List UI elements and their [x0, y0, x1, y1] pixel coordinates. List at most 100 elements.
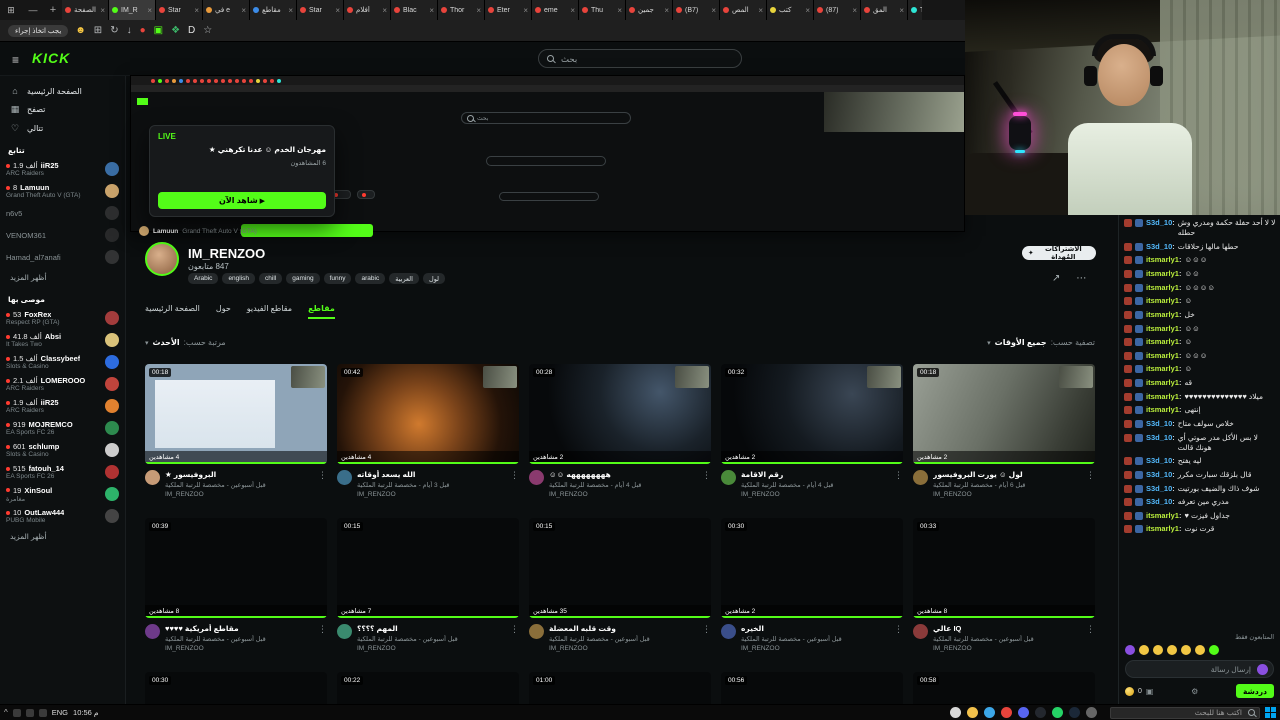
tab-close-icon[interactable]: ×	[570, 6, 575, 15]
tray-expand-icon[interactable]: ^	[4, 708, 8, 717]
channel-avatar[interactable]	[145, 242, 179, 276]
tab-close-icon[interactable]: ×	[476, 6, 481, 15]
chat-message[interactable]: itsmarly1 قرت نوت	[1124, 524, 1276, 534]
clip-menu-icon[interactable]: ⋮	[318, 624, 327, 635]
profile-icon[interactable]: ☻	[75, 25, 86, 36]
chat-username[interactable]: itsmarly1	[1146, 255, 1181, 265]
channel-tag[interactable]: gaming	[286, 273, 320, 284]
more-options-icon[interactable]: ⋯	[1076, 273, 1086, 284]
clip-thumbnail[interactable]: 00:33 8 مشاهدين	[913, 518, 1095, 618]
channel-tag[interactable]: funny	[323, 273, 352, 284]
chat-username[interactable]: S3d_10	[1146, 433, 1175, 443]
tab-close-icon[interactable]: ×	[852, 6, 857, 15]
clip-menu-icon[interactable]: ⋮	[702, 470, 711, 481]
sidebar-channel[interactable]: 1.5 ألف Classybeef Slots & Casino	[0, 351, 125, 373]
tab-close-icon[interactable]: ×	[241, 6, 246, 15]
taskbar-steam-icon[interactable]	[1069, 707, 1080, 718]
player-progress-bar[interactable]	[241, 224, 373, 237]
clip-channel-name[interactable]: IM_RENZOO	[165, 491, 313, 498]
chat-message[interactable]: itsmarly1 إنتهى	[1124, 405, 1276, 415]
chat-message[interactable]: S3d_10 قال بلزقك سبارت مكرر	[1124, 470, 1276, 480]
chat-username[interactable]: itsmarly1	[1146, 524, 1181, 534]
clip-thumbnail[interactable]: 01:00	[529, 672, 711, 704]
quick-emote-icon[interactable]	[1167, 645, 1177, 655]
clip-card[interactable]: 00:15 35 مشاهدين وقت قلبه المعضلة قبل أس…	[529, 518, 711, 652]
browser-tab[interactable]: Eter ×	[485, 0, 532, 20]
browser-tab[interactable]: (87) ×	[814, 0, 861, 20]
clip-title[interactable]: لول ☺ يورت البروفيسور	[933, 470, 1081, 479]
chat-username[interactable]: S3d_10	[1146, 484, 1175, 494]
leaf-extension-icon[interactable]: ❖	[171, 25, 180, 36]
chat-message[interactable]: S3d_10 حطها مالها زحلاقات	[1124, 242, 1276, 252]
sidebar-channel[interactable]: 1.9 ألف iiR25 ARC Raiders	[0, 395, 125, 417]
chat-username[interactable]: itsmarly1	[1146, 310, 1181, 320]
taskbar-search-input[interactable]	[1115, 707, 1244, 718]
sidebar-channel[interactable]: 2.1 ألف LOMEROOO ARC Raiders	[0, 373, 125, 395]
browser-tab[interactable]: Thu ×	[579, 0, 626, 20]
clip-thumbnail[interactable]: 00:18 4 مشاهدين	[145, 364, 327, 464]
chat-rules-icon[interactable]: ▣	[1146, 687, 1154, 696]
clip-thumbnail[interactable]: 00:42 4 مشاهدين	[337, 364, 519, 464]
channel-tag[interactable]: english	[222, 273, 256, 284]
chat-username[interactable]: S3d_10	[1146, 470, 1175, 480]
tab-close-icon[interactable]: ×	[100, 6, 105, 15]
browser-tab[interactable]: Star ×	[156, 0, 203, 20]
sidebar-channel[interactable]: VENOM361	[0, 224, 125, 246]
clip-thumbnail[interactable]: 00:30	[145, 672, 327, 704]
chat-username[interactable]: itsmarly1	[1146, 392, 1181, 402]
chat-message[interactable]: S3d_10 مدري مين تعرفه	[1124, 497, 1276, 507]
chat-message[interactable]: S3d_10 شوف ذاك والضيف بورتيت	[1124, 484, 1276, 494]
chat-username[interactable]: itsmarly1	[1146, 324, 1181, 334]
quick-emote-icon[interactable]	[1125, 645, 1135, 655]
chat-username[interactable]: itsmarly1	[1146, 405, 1181, 415]
clip-title[interactable]: البروفيسور ★	[165, 470, 313, 479]
chat-username[interactable]: itsmarly1	[1146, 511, 1181, 521]
sidebar-nav-item[interactable]: ⌂ الصفحة الرئيسية	[0, 82, 125, 100]
browser-tab[interactable]: في e ×	[203, 0, 250, 20]
window-minimize-icon[interactable]: —	[22, 0, 44, 20]
chat-message-input[interactable]	[1131, 663, 1253, 675]
watch-now-button[interactable]: شاهد الآن	[158, 192, 326, 209]
clip-card[interactable]: 00:42 4 مشاهدين الله يسعد أوقاته قبل 3 أ…	[337, 364, 519, 498]
chat-username[interactable]: itsmarly1	[1146, 364, 1181, 374]
clip-menu-icon[interactable]: ⋮	[1086, 470, 1095, 481]
browser-tab[interactable]: Star ×	[297, 0, 344, 20]
settings-gear-icon[interactable]: ⚙	[1191, 687, 1198, 696]
clip-card[interactable]: 00:15 7 مشاهدين المهم ؟؟؟؟ قبل أسبوعين -…	[337, 518, 519, 652]
clip-thumbnail[interactable]: 00:30 2 مشاهدين	[721, 518, 903, 618]
window-menu-icon[interactable]: ⊞	[0, 0, 22, 20]
clip-thumbnail[interactable]: 00:28 2 مشاهدين	[529, 364, 711, 464]
sidebar-nav-item[interactable]: ▦ تصفح	[0, 100, 125, 119]
quick-emote-icon[interactable]	[1139, 645, 1149, 655]
chat-message[interactable]: itsmarly1 ☺☺☺	[1124, 255, 1276, 265]
chat-message[interactable]: itsmarly1 خل	[1124, 310, 1276, 320]
chat-username[interactable]: S3d_10	[1146, 218, 1175, 228]
quick-emote-icon[interactable]	[1195, 645, 1205, 655]
sidebar-channel[interactable]: 601 schlump Slots & Casino	[0, 439, 125, 461]
chat-username[interactable]: S3d_10	[1146, 456, 1175, 466]
browser-tab[interactable]: (B7) ×	[673, 0, 720, 20]
quick-emote-icon[interactable]	[1181, 645, 1191, 655]
clip-thumbnail[interactable]: 00:22	[337, 672, 519, 704]
clip-title[interactable]: الخيره	[741, 624, 889, 633]
clip-menu-icon[interactable]: ⋮	[510, 624, 519, 635]
channel-tag[interactable]: لول	[422, 273, 446, 284]
clip-title[interactable]: IQ عالي	[933, 624, 1081, 633]
clip-menu-icon[interactable]: ⋮	[702, 624, 711, 635]
clip-channel-name[interactable]: IM_RENZOO	[933, 645, 1081, 652]
browser-tab[interactable]: eme ×	[532, 0, 579, 20]
clip-title[interactable]: مقاطع أمريكية ♥♥♥♥	[165, 624, 313, 633]
chat-username[interactable]: itsmarly1	[1146, 283, 1181, 293]
emote-picker-icon[interactable]	[1257, 663, 1268, 675]
refresh-icon[interactable]: ↻	[110, 25, 118, 36]
clip-card[interactable]: 00:30 2 مشاهدين الخيره قبل أسبوعين - مخص…	[721, 518, 903, 652]
sidebar-nav-item[interactable]: ♡ تتالي	[0, 119, 125, 138]
chat-message[interactable]: itsmarly1 ☺	[1124, 337, 1276, 347]
chat-username[interactable]: S3d_10	[1146, 497, 1175, 507]
new-tab-button[interactable]: +	[44, 0, 62, 20]
share-icon[interactable]: ↗	[1052, 273, 1060, 284]
chat-username[interactable]: S3d_10	[1146, 242, 1175, 252]
clip-thumbnail[interactable]: 00:15 35 مشاهدين	[529, 518, 711, 618]
channel-tab[interactable]: مقاطع الفيديو	[247, 304, 292, 319]
tab-close-icon[interactable]: ×	[288, 6, 293, 15]
